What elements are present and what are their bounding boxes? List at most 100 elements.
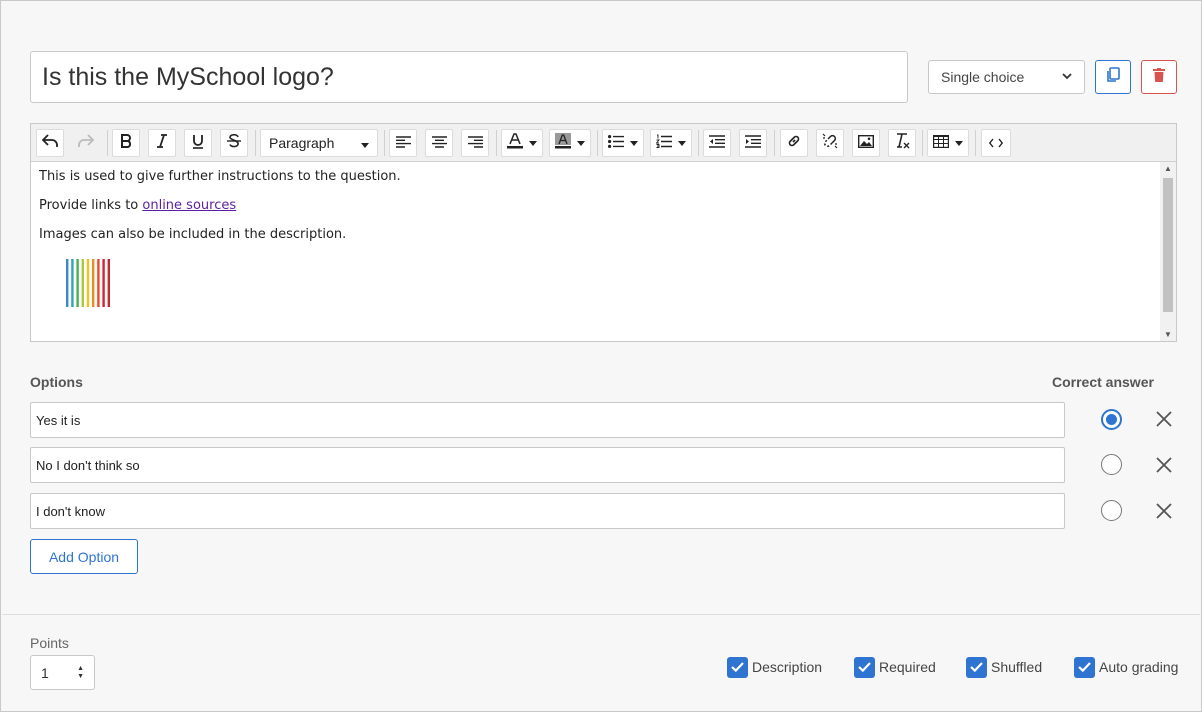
caret-down-icon bbox=[630, 138, 638, 148]
caret-down-icon bbox=[529, 138, 537, 148]
remove-option-button[interactable] bbox=[1155, 456, 1173, 474]
remove-link-button[interactable] bbox=[816, 129, 844, 157]
shuffled-checkbox[interactable] bbox=[966, 657, 987, 678]
scroll-down-arrow-icon[interactable]: ▼ bbox=[1160, 330, 1176, 339]
number-spinner[interactable]: ▲ ▼ bbox=[77, 665, 84, 681]
align-right-icon bbox=[467, 135, 483, 152]
add-option-button[interactable]: Add Option bbox=[30, 539, 138, 574]
redo-button[interactable] bbox=[72, 129, 100, 157]
toolbar-separator bbox=[255, 130, 256, 156]
scroll-up-arrow-icon[interactable]: ▲ bbox=[1160, 164, 1176, 173]
checkmark-icon bbox=[1078, 659, 1091, 677]
question-type-value: Single choice bbox=[941, 69, 1025, 85]
undo-button[interactable] bbox=[36, 129, 64, 157]
shuffled-checkbox-label[interactable]: Shuffled bbox=[991, 659, 1042, 675]
correct-answer-heading: Correct answer bbox=[1052, 374, 1154, 390]
underline-button[interactable] bbox=[184, 129, 212, 157]
toolbar-separator bbox=[597, 130, 598, 156]
bullet-list-button[interactable] bbox=[602, 129, 644, 157]
caret-down-icon bbox=[361, 135, 369, 151]
description-checkbox[interactable] bbox=[727, 657, 748, 678]
clear-formatting-button[interactable] bbox=[888, 129, 916, 157]
remove-option-button[interactable] bbox=[1155, 410, 1173, 428]
option-text: I don't know bbox=[36, 503, 105, 519]
caret-down-icon bbox=[955, 138, 963, 148]
close-icon bbox=[1155, 457, 1173, 478]
indent-icon bbox=[745, 134, 761, 152]
toolbar-separator bbox=[384, 130, 385, 156]
underline-icon bbox=[192, 134, 204, 153]
unlink-icon bbox=[822, 133, 838, 153]
question-title-input[interactable]: Is this the MySchool logo? bbox=[30, 51, 908, 103]
insert-link-button[interactable] bbox=[780, 129, 808, 157]
footer-divider bbox=[2, 614, 1200, 615]
background-color-button[interactable] bbox=[549, 129, 591, 157]
correct-answer-radio[interactable] bbox=[1101, 454, 1122, 475]
italic-icon bbox=[156, 134, 168, 152]
block-format-select[interactable]: Paragraph bbox=[260, 129, 378, 157]
required-checkbox[interactable] bbox=[854, 657, 875, 678]
close-icon bbox=[1155, 411, 1173, 432]
toolbar-separator bbox=[922, 130, 923, 156]
table-icon bbox=[933, 134, 950, 152]
option-input[interactable]: I don't know bbox=[30, 493, 1065, 529]
remove-option-button[interactable] bbox=[1155, 502, 1173, 520]
options-heading: Options bbox=[30, 374, 83, 390]
delete-question-button[interactable] bbox=[1141, 60, 1177, 94]
option-text: No I don't think so bbox=[36, 457, 140, 473]
description-editor[interactable]: Paragraph This is used to give further i… bbox=[30, 123, 1177, 342]
auto-grading-checkbox-label[interactable]: Auto grading bbox=[1099, 659, 1178, 675]
checkmark-icon bbox=[731, 659, 744, 677]
correct-answer-radio[interactable] bbox=[1101, 409, 1122, 430]
question-title-text: Is this the MySchool logo? bbox=[42, 62, 334, 91]
italic-button[interactable] bbox=[148, 129, 176, 157]
align-left-icon bbox=[395, 135, 411, 152]
strikethrough-icon bbox=[227, 133, 241, 152]
option-input[interactable]: No I don't think so bbox=[30, 447, 1065, 483]
close-icon bbox=[1155, 503, 1173, 524]
insert-table-button[interactable] bbox=[927, 129, 969, 157]
logo-stripe bbox=[76, 259, 79, 307]
points-number-input[interactable]: 1 ▲ ▼ bbox=[30, 655, 95, 690]
spin-down-icon[interactable]: ▼ bbox=[77, 673, 84, 681]
description-paragraph: Provide links to online sources bbox=[39, 199, 1152, 213]
text-color-button[interactable] bbox=[501, 129, 543, 157]
required-checkbox-label[interactable]: Required bbox=[879, 659, 936, 675]
toolbar-separator bbox=[774, 130, 775, 156]
duplicate-question-button[interactable] bbox=[1095, 60, 1131, 94]
indent-button[interactable] bbox=[739, 129, 767, 157]
question-type-select[interactable]: Single choice bbox=[928, 60, 1085, 94]
strikethrough-button[interactable] bbox=[220, 129, 248, 157]
spin-up-icon[interactable]: ▲ bbox=[77, 665, 84, 673]
description-checkbox-label[interactable]: Description bbox=[752, 659, 822, 675]
editor-scrollbar[interactable]: ▲ ▼ bbox=[1160, 162, 1176, 341]
bold-icon bbox=[120, 134, 132, 152]
editor-toolbar: Paragraph bbox=[31, 124, 1176, 162]
align-center-button[interactable] bbox=[425, 129, 453, 157]
outdent-icon bbox=[709, 134, 725, 152]
option-input[interactable]: Yes it is bbox=[30, 402, 1065, 438]
outdent-button[interactable] bbox=[703, 129, 731, 157]
caret-down-icon bbox=[678, 138, 686, 148]
logo-stripe bbox=[66, 259, 69, 307]
align-left-button[interactable] bbox=[389, 129, 417, 157]
source-code-button[interactable] bbox=[981, 129, 1011, 157]
logo-stripe bbox=[71, 259, 74, 307]
align-right-button[interactable] bbox=[461, 129, 489, 157]
scrollbar-thumb[interactable] bbox=[1163, 178, 1173, 312]
numbered-list-button[interactable] bbox=[650, 129, 692, 157]
insert-image-button[interactable] bbox=[852, 129, 880, 157]
correct-answer-radio[interactable] bbox=[1101, 500, 1122, 521]
numbered-list-icon bbox=[655, 134, 672, 152]
redo-icon bbox=[78, 134, 95, 152]
bold-button[interactable] bbox=[112, 129, 140, 157]
logo-stripe bbox=[102, 259, 105, 307]
logo-stripe bbox=[92, 259, 95, 307]
block-format-value: Paragraph bbox=[269, 135, 335, 151]
editor-content[interactable]: This is used to give further instruction… bbox=[31, 162, 1160, 341]
bullet-list-icon bbox=[608, 134, 624, 152]
clear-format-icon bbox=[894, 133, 910, 153]
auto-grading-checkbox[interactable] bbox=[1074, 657, 1095, 678]
online-sources-link[interactable]: online sources bbox=[142, 198, 236, 213]
description-paragraph: Images can also be included in the descr… bbox=[39, 227, 347, 242]
